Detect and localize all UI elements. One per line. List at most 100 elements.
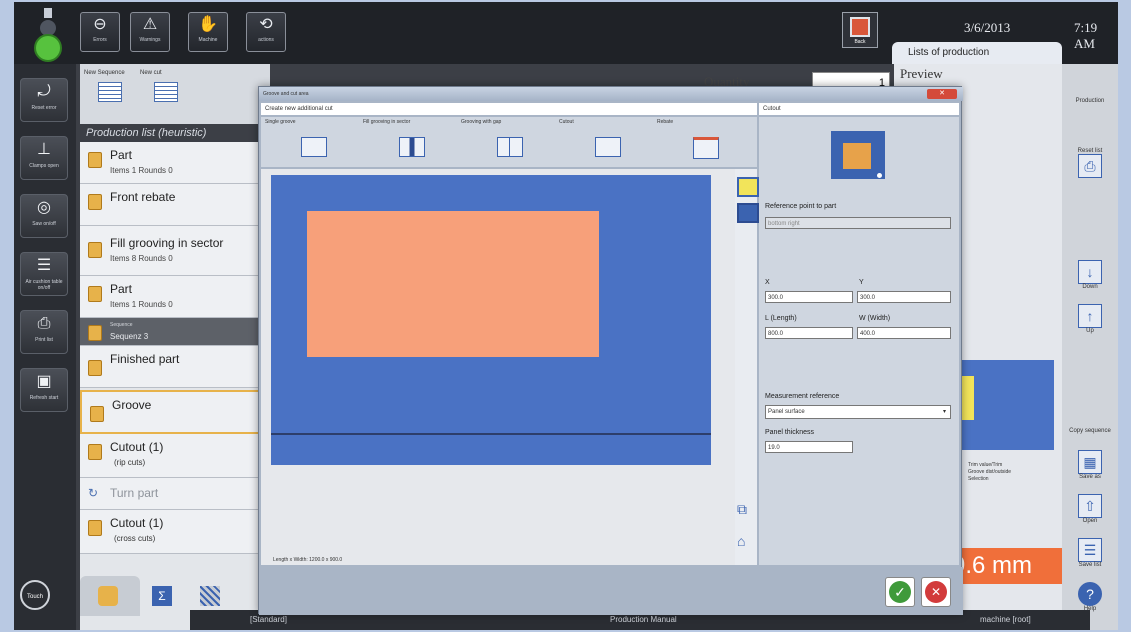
fill-grooving-icon bbox=[399, 137, 425, 157]
save-list-button[interactable]: ☰ Save list bbox=[1066, 538, 1114, 568]
list-item[interactable]: Groove bbox=[80, 390, 270, 434]
save-icon: ▦ bbox=[1078, 450, 1102, 474]
sequence-icon bbox=[88, 325, 102, 341]
tab-lists-of-production[interactable]: Lists of production bbox=[892, 42, 1062, 64]
time-display: 7:19 AM bbox=[1074, 20, 1098, 51]
clamps-icon: ⊥ bbox=[37, 141, 51, 158]
option-rebate[interactable]: Rebate bbox=[657, 119, 753, 165]
list-item[interactable]: ↻ Turn part bbox=[80, 478, 270, 510]
dialog-subtitle: Create new additional cut bbox=[261, 103, 757, 115]
print-list-button[interactable]: ⎙ Print list bbox=[20, 310, 68, 354]
close-icon: ✕ bbox=[939, 90, 945, 97]
list-item[interactable]: Part Items 1 Rounds 0 bbox=[80, 142, 270, 184]
production-list-header: Production list (heuristic) bbox=[80, 124, 270, 142]
warning-triangle-icon: ⚠ bbox=[142, 16, 158, 33]
x-input[interactable]: 300.0 bbox=[765, 291, 853, 303]
folder-icon[interactable]: ⌂ bbox=[737, 533, 755, 551]
application-window: ⊖ Errors ⚠ Warnings ✋ Machine ⟲ actions … bbox=[14, 2, 1118, 630]
new-sequence-button[interactable]: New Sequence bbox=[84, 70, 136, 118]
close-icon: ✕ bbox=[925, 581, 947, 603]
option-single-groove[interactable]: Single groove bbox=[265, 119, 361, 165]
chevron-down-icon: ▾ bbox=[942, 409, 946, 415]
width-input[interactable]: 400.0 bbox=[857, 327, 951, 339]
close-button[interactable]: ✕ bbox=[927, 89, 957, 99]
x-label: X bbox=[765, 279, 770, 286]
stack-icon[interactable] bbox=[200, 586, 220, 606]
saw-icon: ◎ bbox=[37, 199, 51, 216]
list-icon bbox=[154, 82, 178, 102]
tab-settings[interactable] bbox=[80, 576, 140, 616]
actions-button[interactable]: ⟲ actions bbox=[246, 12, 286, 52]
board-divider bbox=[271, 433, 711, 435]
list-item[interactable]: Front rebate bbox=[80, 184, 270, 226]
clamps-open-button[interactable]: ⊥ Clamps open bbox=[20, 136, 68, 180]
cut-icon bbox=[88, 194, 102, 210]
list-item[interactable]: Cutout (1) (cross cuts) bbox=[80, 510, 270, 554]
saw-toggle-button[interactable]: ◎ Saw on/off bbox=[20, 194, 68, 238]
reference-point-label: Reference point to part bbox=[765, 203, 837, 210]
grooving-gap-icon bbox=[497, 137, 523, 157]
list-item[interactable]: Part Items 1 Rounds 0 bbox=[80, 276, 270, 318]
length-input[interactable]: 800.0 bbox=[765, 327, 853, 339]
open-icon: ⇧ bbox=[1078, 494, 1102, 518]
production-button[interactable]: Production bbox=[1066, 98, 1114, 104]
reference-point-select[interactable]: bottom right bbox=[765, 217, 951, 229]
up-button[interactable]: ↑ Up bbox=[1066, 304, 1114, 334]
save-as-button[interactable]: ▦ Save as bbox=[1066, 450, 1114, 480]
air-cushion-button[interactable]: ☰ Air cushion table on/off bbox=[20, 252, 68, 296]
refresh-start-button[interactable]: ▣ Refresh start bbox=[20, 368, 68, 412]
down-button[interactable]: ↓ Down bbox=[1066, 260, 1114, 290]
list-item[interactable]: Fill grooving in sector Items 8 Rounds 0 bbox=[80, 226, 270, 276]
open-button[interactable]: ⇧ Open bbox=[1066, 494, 1114, 524]
cut-icon bbox=[88, 520, 102, 536]
production-list-panel: New Sequence New cut Production list (he… bbox=[80, 64, 270, 630]
cutout-diagram-part bbox=[843, 143, 871, 169]
panel-thickness-input[interactable]: 19.0 bbox=[765, 441, 853, 453]
left-sidebar: ⤾ Reset error ⊥ Clamps open ◎ Saw on/off… bbox=[14, 64, 76, 630]
machine-button[interactable]: ✋ Machine bbox=[188, 12, 228, 52]
list-item[interactable]: Cutout (1) (rip cuts) bbox=[80, 434, 270, 478]
back-button[interactable]: Back bbox=[842, 12, 878, 48]
blue-cut-icon[interactable] bbox=[737, 203, 759, 223]
printer-icon: ⎙ bbox=[1078, 154, 1102, 178]
reset-error-button[interactable]: ⤾ Reset error bbox=[20, 78, 68, 122]
errors-button[interactable]: ⊖ Errors bbox=[80, 12, 120, 52]
list-item-selected[interactable]: Sequenz 3 Sequence bbox=[80, 318, 270, 346]
printer-icon: ⎙ bbox=[37, 315, 51, 332]
copy-sequence-button[interactable]: Copy sequence bbox=[1066, 428, 1114, 434]
cut-icon bbox=[88, 444, 102, 460]
yellow-cut-icon[interactable] bbox=[737, 177, 759, 197]
reset-list-button[interactable]: Reset list ⎙ bbox=[1066, 148, 1114, 178]
new-cut-button[interactable]: New cut bbox=[140, 70, 192, 118]
cut-icon bbox=[88, 242, 102, 258]
reset-icon: ⤾ bbox=[37, 83, 51, 100]
option-fill-grooving[interactable]: Fill grooving in sector bbox=[363, 119, 459, 165]
air-cushion-icon: ☰ bbox=[36, 257, 52, 274]
panel-thickness-label: Panel thickness bbox=[765, 429, 815, 436]
list-icon bbox=[98, 82, 122, 102]
canvas-toolbar: ⧉ ⌂ bbox=[735, 169, 759, 565]
option-cutout[interactable]: Cutout bbox=[559, 119, 655, 165]
option-grooving-gap[interactable]: Grooving with gap bbox=[461, 119, 557, 165]
cancel-button[interactable]: ✕ bbox=[921, 577, 951, 607]
part-icon bbox=[88, 360, 102, 376]
copy-icon[interactable]: ⧉ bbox=[737, 501, 755, 519]
settings-icon bbox=[98, 586, 118, 606]
y-input[interactable]: 300.0 bbox=[857, 291, 951, 303]
touch-logo: Touch bbox=[20, 580, 50, 610]
measurement-reference-label: Measurement reference bbox=[765, 393, 840, 400]
cut-icon bbox=[90, 406, 104, 422]
cutout-settings-panel: Reference point to part bottom right X Y… bbox=[759, 117, 959, 565]
width-label: W (Width) bbox=[859, 315, 891, 322]
list-item[interactable]: Finished part bbox=[80, 346, 270, 388]
cutout-shape[interactable] bbox=[307, 211, 599, 357]
ok-button[interactable]: ✓ bbox=[885, 577, 915, 607]
measurement-reference-select[interactable]: Panel surface ▾ bbox=[765, 405, 951, 419]
production-toolbar: New Sequence New cut bbox=[80, 64, 270, 124]
sum-icon[interactable]: Σ bbox=[152, 586, 172, 606]
rebate-icon bbox=[693, 137, 719, 159]
help-button[interactable]: ? Help bbox=[1066, 582, 1114, 612]
status-light-icon bbox=[34, 8, 62, 64]
cutout-panel-title: Cutout bbox=[759, 103, 959, 115]
warnings-button[interactable]: ⚠ Warnings bbox=[130, 12, 170, 52]
